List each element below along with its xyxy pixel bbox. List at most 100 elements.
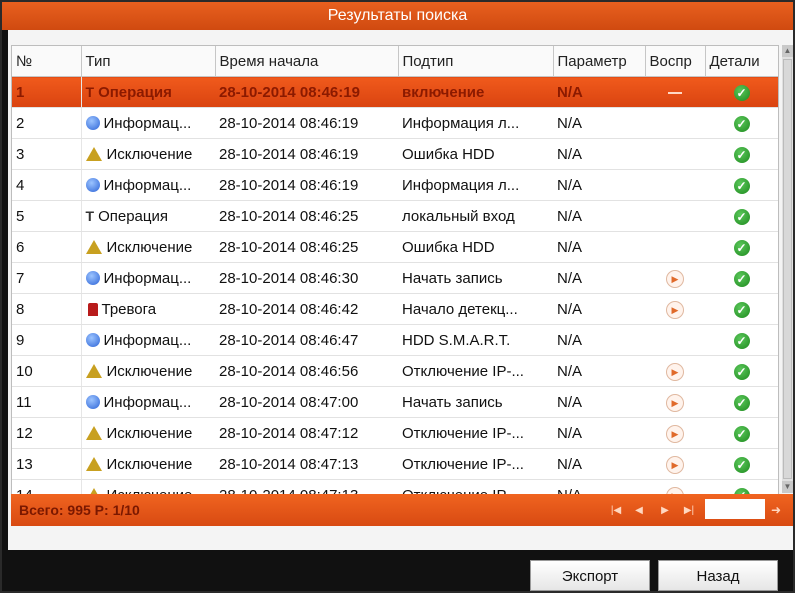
details-check-icon[interactable]: ✓ [733, 456, 750, 473]
scroll-up-icon[interactable]: ▲ [782, 45, 793, 57]
row-playback[interactable] [645, 138, 705, 170]
row-playback[interactable]: ▶ [645, 448, 705, 480]
row-details[interactable]: ✓ [705, 76, 778, 108]
col-header-details[interactable]: Детали [705, 46, 778, 77]
row-type-label: Исключение [106, 145, 193, 163]
row-details[interactable]: ✓ [705, 355, 778, 387]
page-number-input[interactable] [705, 499, 765, 519]
play-icon[interactable]: ▶ [666, 362, 684, 381]
details-check-icon[interactable]: ✓ [733, 363, 750, 380]
col-header-type[interactable]: Тип [81, 46, 216, 77]
details-check-icon[interactable]: ✓ [733, 301, 750, 318]
row-details[interactable]: ✓ [705, 107, 778, 139]
export-button[interactable]: Экспорт [530, 560, 650, 591]
row-subtype: Начать запись [398, 262, 553, 294]
details-check-icon[interactable]: ✓ [733, 146, 750, 163]
details-check-icon[interactable]: ✓ [733, 332, 750, 349]
row-details[interactable]: ✓ [705, 386, 778, 418]
row-details[interactable]: ✓ [705, 448, 778, 480]
table-row[interactable]: 10 Исключение 28-10-2014 08:46:56 Отключени… [12, 355, 778, 387]
row-playback[interactable] [645, 76, 705, 108]
table-row[interactable]: 7 Информац... 28-10-2014 08:46:30 Начать за… [12, 262, 778, 294]
table-row[interactable]: 2 Информац... 28-10-2014 08:46:19 Информаци… [12, 107, 778, 139]
row-start-time: 28-10-2014 08:46:19 [215, 76, 398, 108]
row-playback[interactable] [645, 231, 705, 263]
table-row[interactable]: 13 Исключение 28-10-2014 08:47:13 Отключени… [12, 448, 778, 480]
row-type: Информац... [81, 262, 215, 294]
details-check-icon[interactable]: ✓ [733, 208, 750, 225]
play-icon[interactable]: ▶ [666, 455, 684, 474]
table-row[interactable]: 1 T Операция 28-10-2014 08:46:19 включение N/… [12, 76, 778, 108]
row-playback[interactable] [645, 107, 705, 139]
row-parameter: N/A [553, 479, 645, 494]
back-button[interactable]: Назад [658, 560, 778, 591]
col-header-number[interactable]: № [12, 46, 82, 77]
row-number: 1 [12, 76, 82, 108]
row-type: Исключение [81, 479, 215, 494]
next-page-icon[interactable]: ▶ [658, 505, 672, 517]
first-page-icon[interactable]: |◀ [609, 505, 623, 517]
col-header-parameter[interactable]: Параметр [553, 46, 646, 77]
row-subtype: Начало детекц... [398, 293, 553, 325]
col-header-subtype[interactable]: Подтип [398, 46, 554, 77]
table-row[interactable]: 9 Информац... 28-10-2014 08:46:47 HDD S.M.A… [12, 324, 778, 356]
row-details[interactable]: ✓ [705, 138, 778, 170]
row-details[interactable]: ✓ [705, 417, 778, 449]
info-icon [85, 332, 100, 347]
search-results-window: Результаты поиска № Тип Время начала Под… [2, 2, 793, 591]
row-start-time: 28-10-2014 08:46:19 [215, 169, 398, 201]
table-row[interactable]: 4 Информац... 28-10-2014 08:46:19 Информаци… [12, 169, 778, 201]
row-playback[interactable]: ▶ [645, 355, 705, 387]
row-details[interactable]: ✓ [705, 479, 778, 494]
prev-page-icon[interactable]: ◀ [632, 505, 646, 517]
details-check-icon[interactable]: ✓ [733, 270, 750, 287]
row-details[interactable]: ✓ [705, 324, 778, 356]
table-row[interactable]: 11 Информац... 28-10-2014 08:47:00 Начать з… [12, 386, 778, 418]
row-playback[interactable]: ▶ [645, 293, 705, 325]
row-playback[interactable] [645, 169, 705, 201]
table-row[interactable]: 14 Исключение 28-10-2014 08:47:13 Отключени… [12, 479, 778, 494]
row-type: Исключение [81, 417, 215, 449]
details-check-icon[interactable]: ✓ [733, 394, 750, 411]
go-page-icon[interactable]: ➜ [771, 503, 781, 517]
col-header-start-time[interactable]: Время начала [215, 46, 399, 77]
table-scrollbar[interactable]: ▲ ▼ [782, 45, 793, 493]
table-row[interactable]: 6 Исключение 28-10-2014 08:46:25 Ошибка HDD… [12, 231, 778, 263]
row-subtype: Ошибка HDD [398, 231, 553, 263]
row-playback[interactable]: ▶ [645, 479, 705, 494]
table-row[interactable]: 8 Тревога 28-10-2014 08:46:42 Начало детекц… [12, 293, 778, 325]
row-details[interactable]: ✓ [705, 293, 778, 325]
play-icon[interactable]: ▶ [666, 300, 684, 319]
details-check-icon[interactable]: ✓ [733, 177, 750, 194]
row-playback[interactable] [645, 200, 705, 232]
row-playback[interactable]: ▶ [645, 262, 705, 294]
row-type: T Операция [81, 200, 215, 232]
last-page-icon[interactable]: ▶| [682, 505, 696, 517]
row-details[interactable]: ✓ [705, 200, 778, 232]
info-icon [85, 394, 100, 409]
row-type: Исключение [81, 355, 215, 387]
scroll-thumb[interactable] [783, 59, 792, 479]
row-playback[interactable]: ▶ [645, 386, 705, 418]
details-check-icon[interactable]: ✓ [733, 115, 750, 132]
row-details[interactable]: ✓ [705, 231, 778, 263]
row-subtype: локальный вход [398, 200, 553, 232]
row-playback[interactable]: ▶ [645, 417, 705, 449]
col-header-playback[interactable]: Воспр [645, 46, 706, 77]
scroll-down-icon[interactable]: ▼ [782, 481, 793, 493]
table-row[interactable]: 12 Исключение 28-10-2014 08:47:12 Отключени… [12, 417, 778, 449]
details-check-icon[interactable]: ✓ [733, 425, 750, 442]
details-check-icon[interactable]: ✓ [733, 84, 750, 101]
details-check-icon[interactable]: ✓ [733, 239, 750, 256]
row-parameter: N/A [553, 262, 645, 294]
play-icon[interactable]: ▶ [666, 269, 684, 288]
row-details[interactable]: ✓ [705, 169, 778, 201]
play-icon[interactable]: ▶ [666, 424, 684, 443]
row-parameter: N/A [553, 293, 645, 325]
play-icon[interactable]: ▶ [666, 393, 684, 412]
row-playback[interactable] [645, 324, 705, 356]
table-row[interactable]: 5 T Операция 28-10-2014 08:46:25 локальный в… [12, 200, 778, 232]
warning-icon [85, 363, 102, 378]
table-row[interactable]: 3 Исключение 28-10-2014 08:46:19 Ошибка HDD… [12, 138, 778, 170]
row-details[interactable]: ✓ [705, 262, 778, 294]
